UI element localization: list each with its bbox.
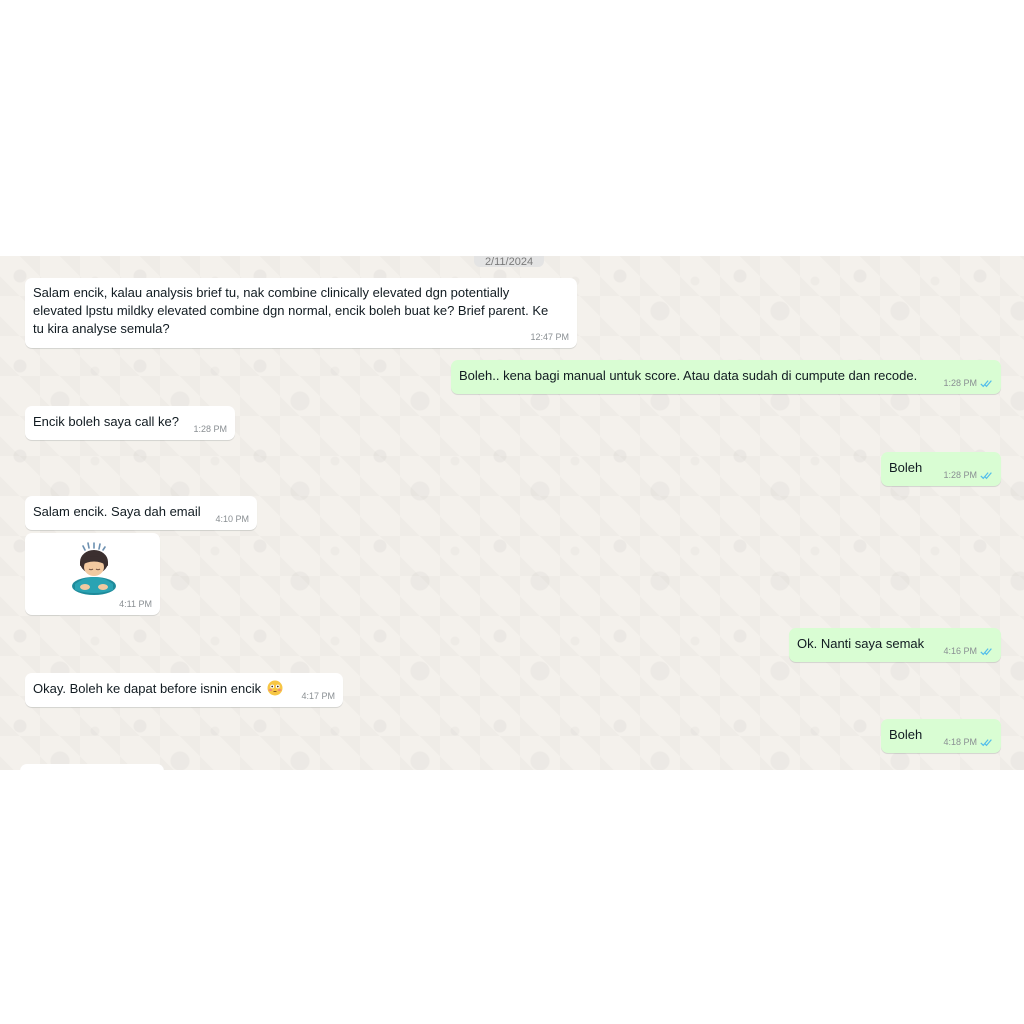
message-text: Encik boleh saya call ke? (33, 414, 179, 429)
message-bubble-outgoing[interactable]: Boleh 1:28 PM (881, 452, 1001, 486)
message-text: Okay. Boleh ke dapat before isnin encik (33, 680, 283, 698)
message-bubble-incoming[interactable]: Salam encik. Saya dah email 4:10 PM (25, 496, 257, 530)
message-time: 12:47 PM (530, 332, 569, 342)
message-bubble-outgoing[interactable]: Boleh 4:18 PM (881, 719, 1001, 753)
message-time: 4:11 PM (119, 599, 152, 609)
message-meta: 4:16 PM (943, 646, 993, 657)
date-chip: 2/11/2024 (474, 256, 544, 267)
message-bubble-incoming[interactable]: Encik boleh saya call ke? 1:28 PM (25, 406, 235, 440)
message-text: Ok. Nanti saya semak (797, 636, 925, 651)
read-ticks-icon (980, 380, 992, 388)
message-time: 1:28 PM (193, 424, 227, 434)
message-bubble-outgoing[interactable]: Ok. Nanti saya semak 4:16 PM (789, 628, 1001, 662)
message-bubble-incoming[interactable]: Salam encik, kalau analysis brief tu, na… (25, 278, 577, 348)
read-ticks-icon (980, 739, 992, 747)
person-bowing-sticker (72, 542, 116, 595)
message-bubble-outgoing[interactable]: Boleh.. kena bagi manual untuk score. At… (451, 360, 1001, 394)
message-text: Salam encik, kalau analysis brief tu, na… (33, 285, 549, 336)
flushed-face-emoji (267, 680, 283, 696)
message-meta: 1:28 PM (943, 470, 993, 481)
chat-panel[interactable]: 2/11/2024 Salam encik, kalau analysis br… (0, 256, 1024, 770)
message-bubble-incoming[interactable]: Okay. Boleh ke dapat before isnin encik … (25, 673, 343, 707)
message-bubble-incoming-partial[interactable] (20, 764, 164, 770)
message-time: 4:10 PM (215, 514, 249, 524)
sticker-message[interactable]: 4:11 PM (25, 533, 160, 615)
message-text: Boleh.. kena bagi manual untuk score. At… (459, 368, 918, 383)
message-meta: 4:18 PM (943, 737, 993, 748)
message-text: Boleh (889, 727, 923, 742)
message-text: Salam encik. Saya dah email (33, 504, 201, 519)
message-text: Boleh (889, 460, 923, 475)
message-time: 4:17 PM (301, 691, 335, 701)
message-meta: 1:28 PM (943, 378, 993, 389)
read-ticks-icon (980, 472, 992, 480)
read-ticks-icon (980, 648, 992, 656)
